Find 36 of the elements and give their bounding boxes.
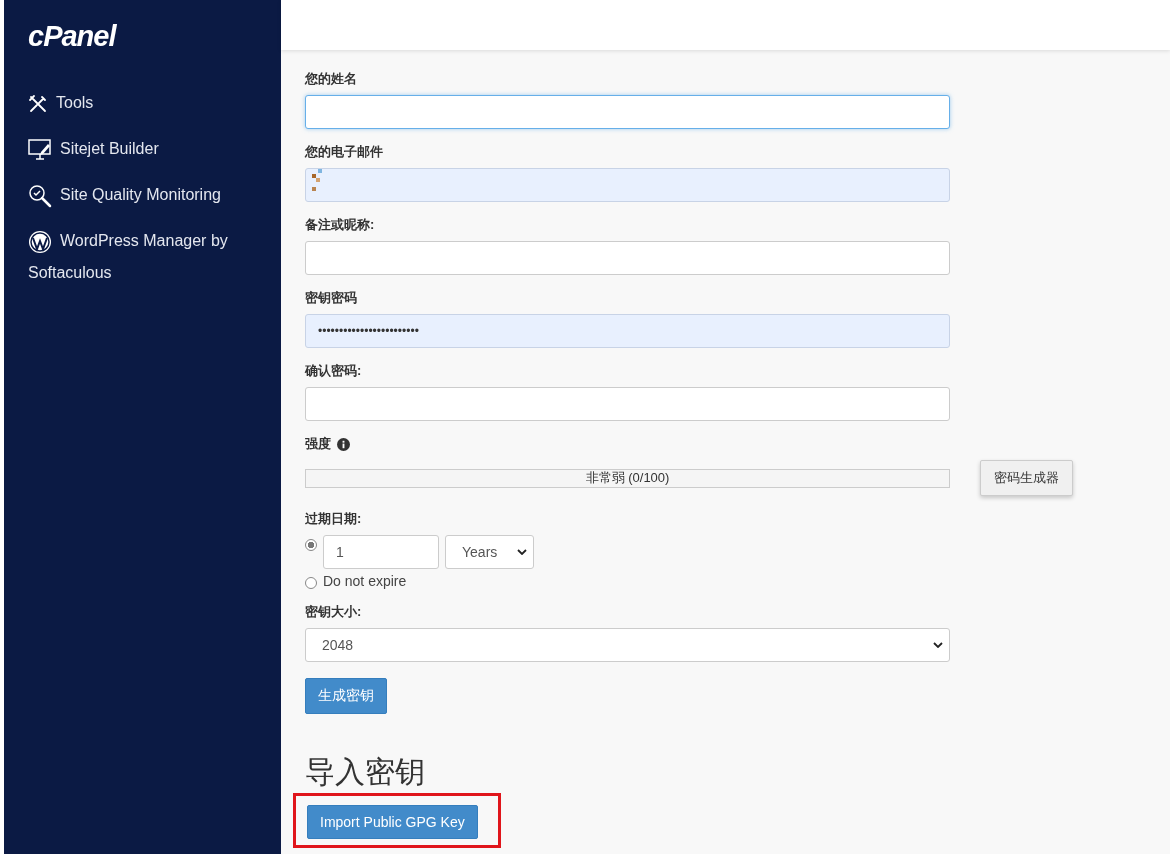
field-label: 备注或昵称: <box>305 216 376 234</box>
strength-meter: 非常弱 (0/100) <box>305 468 950 488</box>
import-key-button[interactable]: Import Public GPG Key <box>307 805 478 839</box>
magnifier-check-icon <box>28 183 52 208</box>
field-label: 强度 <box>305 435 331 453</box>
logo[interactable]: cPanel <box>28 20 116 53</box>
input-field[interactable]: •••••••••••••••••••••••• <box>305 314 950 348</box>
field-label: 您的姓名 <box>305 70 358 88</box>
field-label: 确认密码: <box>305 362 363 380</box>
caret-icon <box>517 549 527 555</box>
input-field[interactable] <box>305 95 950 129</box>
radio-button[interactable] <box>305 576 317 589</box>
radio-button[interactable] <box>305 539 317 551</box>
field-label: 您的电子邮件 <box>305 143 384 161</box>
password-generator-button[interactable]: 密码生成器 <box>980 460 1073 496</box>
key-size-dropdown[interactable]: 2048 <box>305 628 950 662</box>
tools-icon <box>28 93 48 114</box>
input-field[interactable] <box>305 168 950 202</box>
number-field[interactable]: 1 <box>323 535 439 569</box>
input-field[interactable] <box>305 241 950 275</box>
section-heading: 导入密钥 <box>305 754 426 790</box>
info-icon[interactable] <box>337 437 350 451</box>
caret-icon <box>933 642 943 648</box>
generate-key-button[interactable]: 生成密钥 <box>305 678 387 714</box>
field-label: 密钥密码 <box>305 289 358 307</box>
wordpress-icon <box>28 229 52 254</box>
radio-label: Do not expire <box>323 573 407 589</box>
input-field[interactable] <box>305 387 950 421</box>
sidebar-item[interactable]: WordPress Manager by Softaculous <box>28 225 263 289</box>
field-label: 过期日期: <box>305 510 363 528</box>
monitor-pen-icon <box>28 138 52 161</box>
field-label: 密钥大小: <box>305 603 363 621</box>
sidebar-item[interactable]: Sitejet Builder <box>28 133 263 165</box>
unit-dropdown[interactable]: Years <box>445 535 534 569</box>
sidebar-item[interactable]: Site Quality Monitoring <box>28 179 263 211</box>
sidebar-item[interactable]: Tools <box>28 87 263 119</box>
